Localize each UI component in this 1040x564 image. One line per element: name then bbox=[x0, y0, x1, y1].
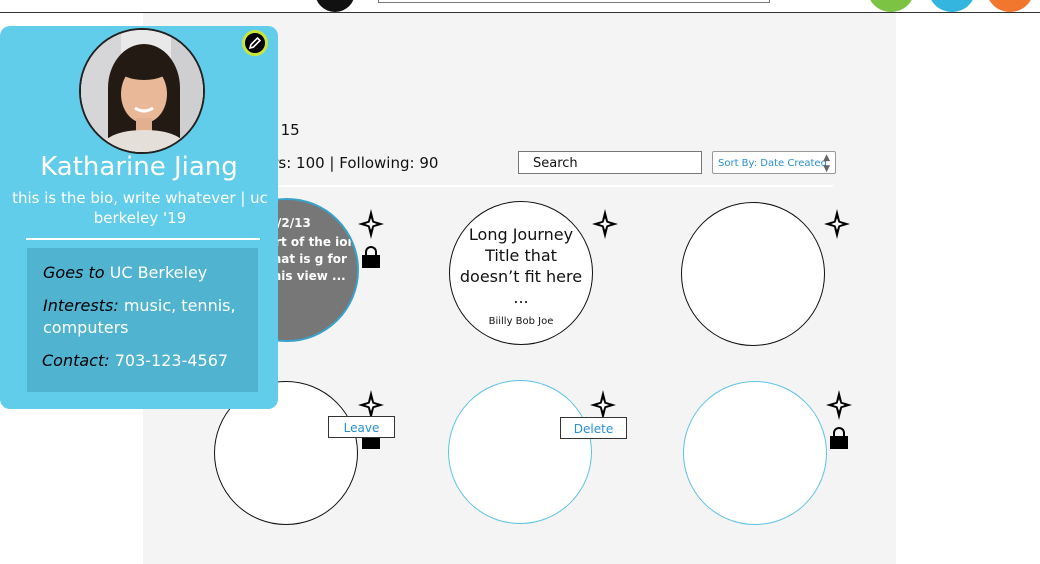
profile-card: Katharine Jiang this is the bio, write w… bbox=[0, 26, 278, 409]
contact-label: Contact: bbox=[42, 351, 110, 370]
journey-title: Long Journey Title that doesn’t fit here… bbox=[459, 225, 583, 307]
nav-green-button[interactable] bbox=[867, 0, 915, 12]
sort-select[interactable]: Sort By: Date Created ▲ ▼ bbox=[712, 151, 836, 174]
sort-arrows-icon: ▲ ▼ bbox=[823, 153, 830, 174]
compass-star-icon[interactable] bbox=[358, 209, 384, 239]
nav-blue-button[interactable] bbox=[928, 0, 976, 12]
edit-profile-button[interactable] bbox=[242, 30, 268, 56]
global-search-bar[interactable] bbox=[378, 0, 770, 3]
interests-label: Interests: bbox=[43, 296, 119, 315]
leave-button[interactable]: Leave bbox=[328, 416, 395, 438]
profile-divider bbox=[26, 238, 260, 240]
compass-star-icon[interactable] bbox=[824, 209, 850, 239]
journey-card[interactable] bbox=[683, 381, 827, 525]
profile-bio: this is the bio, write whatever | uc ber… bbox=[12, 189, 268, 227]
journey-card[interactable] bbox=[448, 380, 592, 524]
goes-to-value: UC Berkeley bbox=[109, 263, 208, 282]
lock-icon bbox=[830, 427, 848, 449]
compass-star-icon[interactable] bbox=[590, 390, 616, 420]
search-label: Search bbox=[533, 156, 578, 171]
follow-counts: ers: 100 | Following: 90 bbox=[263, 154, 439, 172]
lock-icon bbox=[362, 246, 380, 268]
pencil-icon bbox=[248, 36, 262, 50]
journey-card[interactable] bbox=[681, 202, 825, 346]
contact-value: 703-123-4567 bbox=[114, 351, 229, 370]
interests-row: Interests: music, tennis, computers bbox=[43, 295, 249, 339]
journey-card[interactable]: Long Journey Title that doesn’t fit here… bbox=[449, 201, 593, 345]
contact-row: Contact: 703-123-4567 bbox=[42, 350, 228, 372]
delete-button[interactable]: Delete bbox=[560, 417, 627, 439]
sort-label: Sort By: Date Created bbox=[718, 158, 827, 169]
compass-star-icon[interactable] bbox=[826, 390, 852, 420]
search-input[interactable]: Search bbox=[518, 151, 702, 174]
goes-to-label: Goes to bbox=[43, 263, 105, 282]
compass-star-icon[interactable] bbox=[592, 209, 618, 239]
avatar bbox=[79, 28, 205, 154]
content-divider bbox=[263, 185, 833, 187]
nav-orange-button[interactable] bbox=[986, 0, 1034, 12]
profile-name: Katharine Jiang bbox=[40, 152, 238, 182]
logo-circle[interactable] bbox=[315, 0, 355, 12]
goes-to-row: Goes to UC Berkeley bbox=[43, 262, 207, 284]
profile-info: Goes to UC Berkeley Interests: music, te… bbox=[27, 248, 258, 392]
